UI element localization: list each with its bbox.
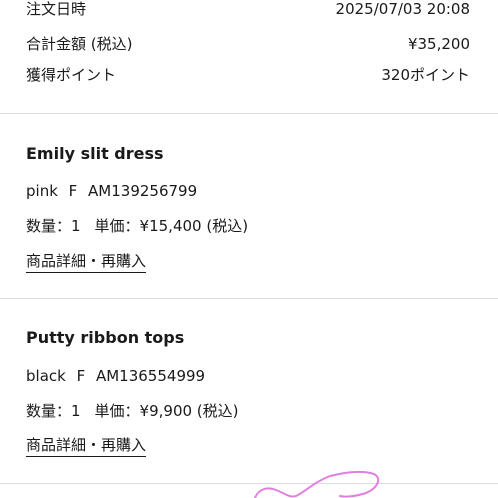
total-amount-label: 合計金額 (税込): [26, 35, 133, 53]
item-price-row: 数量：1 単価：¥9,900 (税込): [26, 399, 239, 423]
order-summary: 注文日時 2025/07/03 20:08 合計金額 (税込) ¥35,200 …: [0, 0, 498, 113]
earned-points-label: 獲得ポイント: [26, 66, 117, 84]
section-divider: [0, 298, 498, 299]
total-amount-value: ¥35,200: [407, 35, 470, 53]
item-quantity: 数量：1: [26, 217, 81, 235]
total-amount-row: 合計金額 (税込) ¥35,200: [26, 32, 470, 56]
scribble-stroke: [254, 470, 380, 498]
item-variant: black F AM136554999: [26, 367, 206, 385]
order-date-row: 注文日時 2025/07/03 20:08: [26, 0, 470, 21]
item-name: Putty ribbon tops: [26, 328, 185, 347]
earned-points-row: 獲得ポイント 320ポイント: [26, 63, 470, 87]
product-detail-reorder-link[interactable]: 商品詳細・再購入: [26, 434, 147, 457]
order-detail-page: 注文日時 2025/07/03 20:08 合計金額 (税込) ¥35,200 …: [0, 0, 498, 498]
item-price-row: 数量：1 単価：¥15,400 (税込): [26, 214, 248, 238]
item-unit-price: 単価：¥15,400 (税込): [94, 217, 249, 235]
handwritten-scribble-overlay: [254, 470, 380, 498]
earned-points-value: 320ポイント: [381, 66, 470, 84]
product-detail-reorder-link[interactable]: 商品詳細・再購入: [26, 250, 147, 273]
section-divider: [0, 113, 498, 114]
item-quantity: 数量：1: [26, 402, 81, 420]
item-unit-price: 単価：¥9,900 (税込): [94, 402, 239, 420]
order-date-value: 2025/07/03 20:08: [335, 0, 470, 18]
item-name: Emily slit dress: [26, 144, 164, 163]
item-variant: pink F AM139256799: [26, 182, 198, 200]
order-date-label: 注文日時: [26, 0, 87, 18]
